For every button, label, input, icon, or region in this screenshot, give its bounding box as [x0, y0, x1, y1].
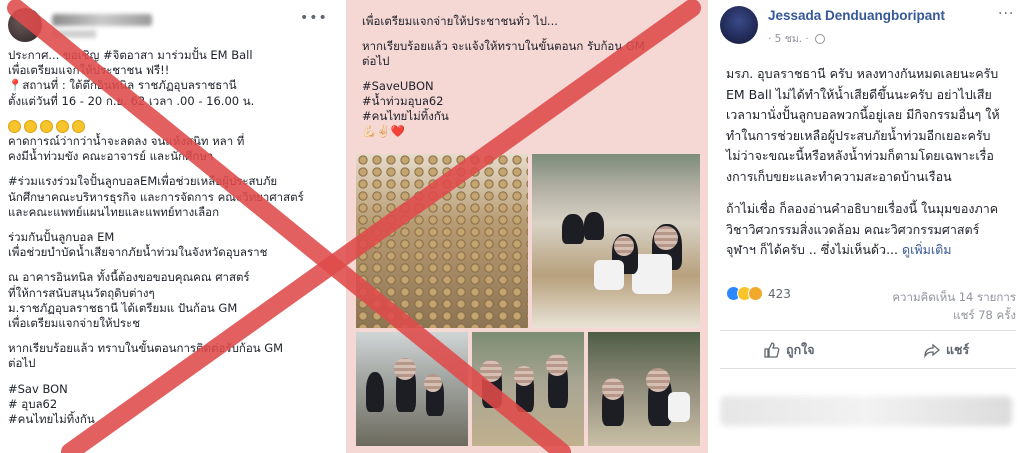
right-post: Jessada Denduangboripant · 5 ชม. · ··· ม… [712, 0, 1024, 453]
text-line: ตั้งแต่วันที่ 16 - 20 ก.ย. 62 เวลา .00 -… [8, 93, 255, 108]
text-line: หากเรียบร้อยแล้ว ทราบในขั้นตอนการติดต่อร… [8, 341, 284, 356]
text-line: # อุบล62 [8, 396, 58, 411]
blurred-comment [720, 396, 1012, 426]
post-time[interactable]: · 5 ชม. · [768, 33, 809, 45]
body-text: ทำในการช่วยเหลือผู้ประสบภัยน้ำท่วมอีกเยอ… [726, 127, 991, 143]
photo-group-middle[interactable] [472, 332, 584, 446]
text-line: ต่อไป [362, 54, 390, 68]
text-line: เพื่อเตรียมแจกจ่ายให้ประชาชนทั่ว ไป... [362, 14, 558, 28]
emoji-icon [8, 119, 21, 133]
text-line: #คนไทยไม่ทิ้งกัน [8, 412, 95, 427]
text-line: คงมีน้ำท่วมขัง คณะอาจารย์ และนักศึกษา [8, 149, 214, 164]
text-line: 💪🏻✌🏻❤️ [362, 124, 405, 138]
photo-em-balls[interactable] [356, 154, 528, 328]
text-line: #SaveUBON [362, 79, 434, 93]
text-line: เพื่อเตรียมแจกให้ประชาชน ฟรี!! [8, 63, 170, 78]
emoji-icon [40, 119, 53, 133]
body-text: มรภ. อุบลราชธานี ครับ หลงทางกันหมดเลยนะค… [726, 66, 999, 81]
left-post: ••• ประกาศ... ขอเชิญ #จิตอาสา มาร่วมปั้น… [0, 0, 342, 453]
text-line: เพื่อช่วยบำบัดน้ำเสียจากภัยน้ำท่วมในจังห… [8, 245, 268, 260]
body-text: วิชาวิศวกรรมสิ่งแวดล้อม คณะวิศวกรรมศาสตร… [726, 221, 980, 237]
text-line: #น้ำท่วมอุบล62 [362, 94, 444, 108]
body-line: ทำในการช่วยเหลือผู้ประสบภัยน้ำท่วมอีกเยอ… [726, 126, 1022, 147]
text-line: ประกาศ... ขอเชิญ #จิตอาสา มาร่วมปั้น EM … [8, 48, 253, 62]
middle-post: เพื่อเตรียมแจกจ่ายให้ประชาชนทั่ว ไป... หา… [346, 0, 708, 453]
share-label: แชร์ [946, 342, 970, 357]
more-options-icon[interactable]: ··· [998, 6, 1014, 22]
text-line: ร่วมกันปั้นลูกบอล EM [8, 230, 115, 245]
body-line: วิชาวิศวกรรมสิ่งแวดล้อม คณะวิศวกรรมศาสตร… [726, 220, 1022, 241]
author-avatar[interactable] [720, 6, 758, 44]
left-post-text: ประกาศ... ขอเชิญ #จิตอาสา มาร่วมปั้น EM … [8, 48, 338, 427]
post-body: มรภ. อุบลราชธานี ครับ หลงทางกันหมดเลยนะค… [726, 64, 1022, 261]
see-more-link[interactable]: ดูเพิ่มเติม [902, 242, 952, 257]
blurred-timestamp [52, 30, 96, 38]
text-line: ที่ให้การสนับสนุนวัตถุดิบต่างๆ [8, 285, 155, 300]
text-line: ต่อไป [8, 356, 36, 371]
body-text: เวลามานั่งปั้นลูกบอลพวกนี้อยู่เลย มีกิจก… [726, 107, 1000, 122]
emoji-icon [72, 119, 85, 133]
body-text: EM Ball ไม่ได้ทำให้น้ำเสียดีขึ้นนะครับ อ… [726, 86, 992, 102]
text-line: เพื่อเตรียมแจกจ่ายให้ประช [8, 316, 141, 331]
photo-group-left[interactable] [356, 332, 468, 446]
sad-reaction-icon [748, 286, 763, 301]
photo-group-right[interactable] [588, 332, 700, 446]
body-line: ถ้าไม่เชื่อ ก็ลองอ่านคำอธิบายเรื่องนี้ ใ… [726, 199, 1022, 220]
reaction-summary[interactable]: 423 [726, 286, 791, 301]
body-line: มรภ. อุบลราชธานี ครับ หลงทางกันหมดเลยนะค… [726, 64, 1022, 85]
like-label: ถูกใจ [786, 342, 815, 357]
text-line: 📍สถานที่ : ใต้ตึกอินทนิล ราชภัฏอุบลราชธา… [8, 78, 237, 93]
more-options-icon[interactable]: ••• [300, 10, 328, 26]
body-text: ถ้าไม่เชื่อ ก็ลองอ่านคำอธิบายเรื่องนี้ ใ… [726, 201, 999, 216]
share-arrow-icon [924, 343, 940, 358]
photo-grid[interactable] [356, 154, 700, 446]
text-line: ณ อาคารอินทนิล ทั้งนี้ต้องขอขอบคุณคณ ศาส… [8, 270, 250, 285]
emoji-row [8, 119, 338, 134]
blurred-author-name [52, 14, 152, 26]
like-button[interactable]: ถูกใจ [764, 340, 815, 360]
body-line: จุฬาฯ ก็ได้ครับ .. ซึ่งไม่เห็นด้ว... ดูเ… [726, 240, 1022, 261]
middle-post-caption: เพื่อเตรียมแจกจ่ายให้ประชาชนทั่ว ไป... หา… [362, 14, 698, 139]
divider [720, 368, 1016, 369]
photo-volunteers-rolling[interactable] [532, 154, 700, 328]
globe-icon [815, 34, 826, 44]
thumbs-up-icon [764, 342, 780, 358]
text-line: และคณะแพทย์แผนไทยและแพทย์ทางเลือก [8, 204, 220, 219]
text-line: #คนไทยไม่ทิ้งกัน [362, 109, 449, 123]
body-line: เวลามานั่งปั้นลูกบอลพวกนี้อยู่เลย มีกิจก… [726, 105, 1022, 126]
body-text: งการเก็บขยะและทำความสะอาดบ้านเรือน [726, 168, 952, 184]
body-text: ไม่ว่าจะขณะนี้หรือหลังน้ำท่วมก็ตามโดยเฉพ… [726, 148, 994, 163]
emoji-icon [24, 119, 37, 133]
body-line: ไม่ว่าจะขณะนี้หรือหลังน้ำท่วมก็ตามโดยเฉพ… [726, 146, 1022, 167]
body-line: EM Ball ไม่ได้ทำให้น้ำเสียดีขึ้นนะครับ อ… [726, 85, 1022, 106]
divider [720, 330, 1016, 331]
left-avatar[interactable] [8, 8, 42, 42]
shares-count[interactable]: แชร์ 78 ครั้ง [953, 307, 1016, 325]
body-line: งการเก็บขยะและทำความสะอาดบ้านเรือน [726, 167, 1022, 188]
text-line: นักศึกษาคณะบริหารธุรกิจ และการจัดการ คณะ… [8, 189, 304, 204]
comments-count[interactable]: ความคิดเห็น 14 รายการ [892, 289, 1016, 307]
text-line: หากเรียบร้อยแล้ว จะแจ้งให้ทราบในขั้นตอนก… [362, 39, 645, 53]
post-meta: · 5 ชม. · [768, 30, 826, 47]
reaction-count: 423 [768, 286, 791, 301]
emoji-icon [56, 119, 69, 133]
body-text: จุฬาฯ ก็ได้ครับ .. ซึ่งไม่เห็นด้ว... [726, 242, 902, 257]
author-name[interactable]: Jessada Denduangboripant [768, 8, 945, 23]
text-line: #Sav BON [8, 381, 68, 396]
text-line: #ร่วมแรงร่วมใจปั้นลูกบอลEMเพื่อช่วยเหลือ… [8, 174, 278, 189]
share-button[interactable]: แชร์ [924, 340, 969, 360]
text-line: คาดการณ์ว่ากว่าน้ำจะลดลง จนแห้งสนิท หลา … [8, 134, 245, 149]
text-line: ม.ราชภัฏอุบลราชธานี ได้เตรียมแ ปันก้อน G… [8, 300, 238, 315]
